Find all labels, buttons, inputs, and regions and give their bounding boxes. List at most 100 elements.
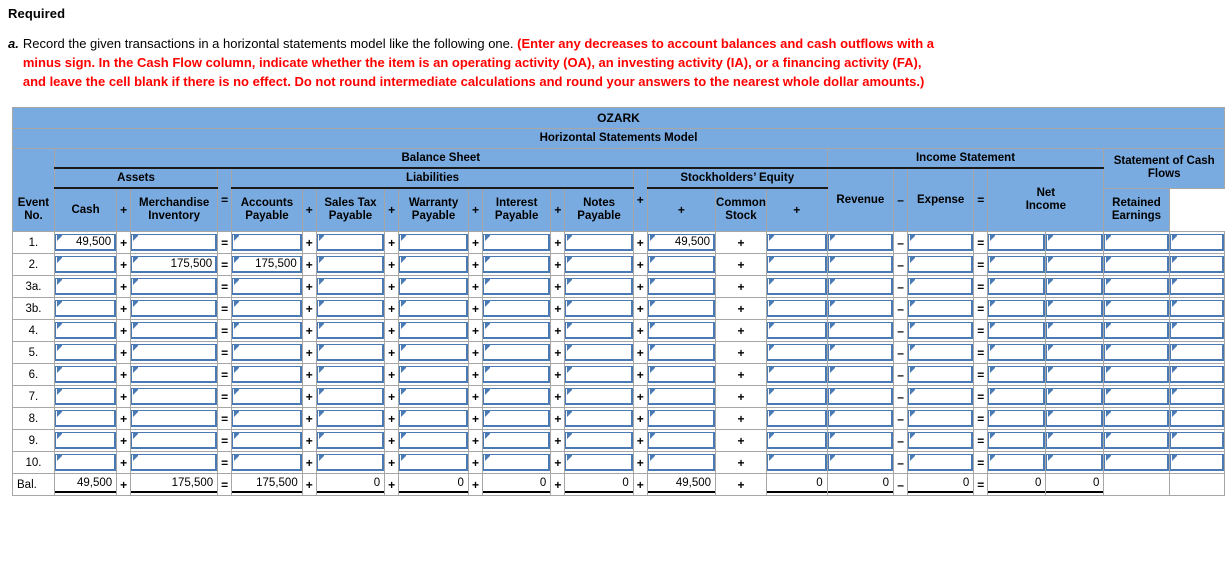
input-cash-flow-a[interactable]: [1104, 344, 1169, 361]
input-retained-earnings[interactable]: [766, 300, 827, 317]
input-accounts-payable[interactable]: 175,500: [232, 256, 302, 273]
input-merchandise-inventory[interactable]: [131, 454, 218, 471]
input-notes-payable[interactable]: [565, 256, 633, 273]
input-net-income-a[interactable]: [988, 432, 1046, 449]
input-merchandise-inventory[interactable]: [131, 432, 218, 449]
input-warranty-payable[interactable]: [399, 322, 468, 339]
input-revenue[interactable]: [827, 278, 894, 295]
input-interest-payable[interactable]: [482, 344, 551, 361]
input-sales-tax-payable[interactable]: [316, 234, 385, 251]
input-notes-payable[interactable]: [565, 234, 633, 251]
input-interest-payable[interactable]: [482, 454, 551, 471]
input-interest-payable[interactable]: [482, 256, 551, 273]
input-common-stock[interactable]: 49,500: [647, 234, 716, 251]
input-revenue[interactable]: [827, 454, 894, 471]
input-expense[interactable]: [908, 278, 974, 295]
input-net-income-a[interactable]: [988, 344, 1046, 361]
input-merchandise-inventory[interactable]: [131, 388, 218, 405]
input-accounts-payable[interactable]: [232, 366, 302, 383]
input-expense[interactable]: [908, 388, 974, 405]
input-warranty-payable[interactable]: [399, 300, 468, 317]
input-retained-earnings[interactable]: [766, 410, 827, 427]
input-common-stock[interactable]: [647, 300, 716, 317]
input-expense[interactable]: [908, 366, 974, 383]
input-net-income-b[interactable]: [1046, 344, 1104, 361]
input-interest-payable[interactable]: [482, 278, 551, 295]
input-cash-flow-b[interactable]: [1169, 410, 1224, 427]
input-cash-flow-a[interactable]: [1104, 322, 1169, 339]
input-common-stock[interactable]: [647, 322, 716, 339]
input-interest-payable[interactable]: [482, 410, 551, 427]
input-net-income-b[interactable]: [1046, 278, 1104, 295]
input-accounts-payable[interactable]: [232, 410, 302, 427]
input-accounts-payable[interactable]: [232, 300, 302, 317]
input-cash-flow-b[interactable]: [1169, 322, 1224, 339]
input-cash-flow-a[interactable]: [1104, 278, 1169, 295]
input-notes-payable[interactable]: [565, 278, 633, 295]
input-cash[interactable]: [54, 454, 117, 471]
input-expense[interactable]: [908, 322, 974, 339]
input-retained-earnings[interactable]: [766, 256, 827, 273]
input-cash-flow-b[interactable]: [1169, 388, 1224, 405]
input-retained-earnings[interactable]: [766, 234, 827, 251]
input-notes-payable[interactable]: [565, 322, 633, 339]
input-net-income-b[interactable]: [1046, 256, 1104, 273]
input-net-income-b[interactable]: [1046, 388, 1104, 405]
input-warranty-payable[interactable]: [399, 366, 468, 383]
input-cash-flow-b[interactable]: [1169, 278, 1224, 295]
input-cash[interactable]: [54, 410, 117, 427]
input-merchandise-inventory[interactable]: [131, 344, 218, 361]
input-accounts-payable[interactable]: [232, 234, 302, 251]
input-cash[interactable]: [54, 366, 117, 383]
input-revenue[interactable]: [827, 366, 894, 383]
input-common-stock[interactable]: [647, 344, 716, 361]
input-net-income-b[interactable]: [1046, 234, 1104, 251]
input-interest-payable[interactable]: [482, 366, 551, 383]
input-interest-payable[interactable]: [482, 388, 551, 405]
input-retained-earnings[interactable]: [766, 432, 827, 449]
input-sales-tax-payable[interactable]: [316, 278, 385, 295]
input-cash-flow-b[interactable]: [1169, 344, 1224, 361]
input-cash-flow-b[interactable]: [1169, 366, 1224, 383]
input-sales-tax-payable[interactable]: [316, 322, 385, 339]
input-sales-tax-payable[interactable]: [316, 388, 385, 405]
input-expense[interactable]: [908, 256, 974, 273]
input-cash-flow-b[interactable]: [1169, 234, 1224, 251]
input-cash-flow-b[interactable]: [1169, 454, 1224, 471]
input-warranty-payable[interactable]: [399, 454, 468, 471]
input-net-income-a[interactable]: [988, 454, 1046, 471]
input-warranty-payable[interactable]: [399, 256, 468, 273]
input-revenue[interactable]: [827, 410, 894, 427]
input-interest-payable[interactable]: [482, 322, 551, 339]
input-net-income-a[interactable]: [988, 256, 1046, 273]
input-cash-flow-a[interactable]: [1104, 256, 1169, 273]
input-net-income-b[interactable]: [1046, 454, 1104, 471]
input-common-stock[interactable]: [647, 388, 716, 405]
input-revenue[interactable]: [827, 432, 894, 449]
input-common-stock[interactable]: [647, 454, 716, 471]
input-interest-payable[interactable]: [482, 234, 551, 251]
input-sales-tax-payable[interactable]: [316, 300, 385, 317]
input-interest-payable[interactable]: [482, 300, 551, 317]
input-cash[interactable]: [54, 432, 117, 449]
input-cash-flow-b[interactable]: [1169, 256, 1224, 273]
input-net-income-b[interactable]: [1046, 410, 1104, 427]
input-cash[interactable]: 49,500: [54, 234, 117, 251]
input-notes-payable[interactable]: [565, 432, 633, 449]
input-accounts-payable[interactable]: [232, 432, 302, 449]
input-warranty-payable[interactable]: [399, 278, 468, 295]
input-warranty-payable[interactable]: [399, 410, 468, 427]
input-cash-flow-a[interactable]: [1104, 300, 1169, 317]
input-sales-tax-payable[interactable]: [316, 366, 385, 383]
input-cash[interactable]: [54, 388, 117, 405]
input-cash-flow-a[interactable]: [1104, 410, 1169, 427]
input-expense[interactable]: [908, 234, 974, 251]
input-accounts-payable[interactable]: [232, 344, 302, 361]
input-cash-flow-a[interactable]: [1104, 388, 1169, 405]
input-accounts-payable[interactable]: [232, 278, 302, 295]
input-cash-flow-b[interactable]: [1169, 432, 1224, 449]
input-merchandise-inventory[interactable]: [131, 234, 218, 251]
input-expense[interactable]: [908, 300, 974, 317]
input-common-stock[interactable]: [647, 278, 716, 295]
input-merchandise-inventory[interactable]: [131, 322, 218, 339]
